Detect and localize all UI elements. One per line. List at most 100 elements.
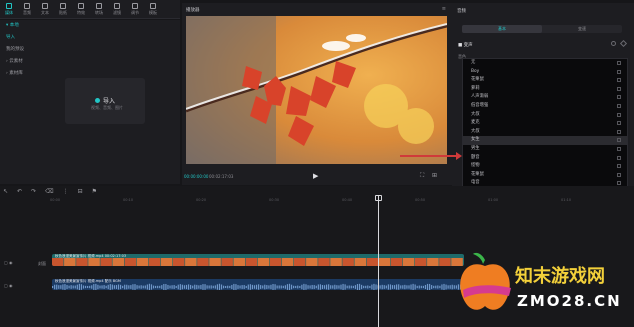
props-title: 音频 [457,9,466,14]
timeline-tool-icon[interactable]: ↖ [3,188,8,195]
play-icon[interactable]: ▶ [313,172,318,180]
timeline-tool-icon[interactable]: ⊟ [78,188,83,195]
download-icon[interactable] [617,129,621,134]
voice-option[interactable]: 低音增强 [463,102,627,111]
timeline-tool-icon[interactable]: ⌫ [45,188,53,195]
import-label: 导入 [103,98,116,105]
download-icon[interactable] [617,95,621,100]
sidenav-item-3[interactable]: › 云素材 [0,56,32,68]
ruler-tick-label: 00:20 [196,198,207,202]
video-clip-label: 秋色浪漫美景宣传片 视频.mp4 00:02:17:03 [55,254,127,258]
voice-option[interactable]: Boy [463,68,627,77]
toolbar-item-label: 调节 [131,10,139,15]
timeline-tool-icon[interactable]: ⚑ [92,188,97,195]
timeline-ruler: 00:00 00:10 00:20 00:30 00:40 00:50 01:00 01:10… [50,198,634,204]
download-icon[interactable] [617,164,621,169]
text-icon [42,3,48,9]
track-lock-icon[interactable]: ▢ ◉ [4,260,13,265]
voice-option[interactable]: 大叔 [463,111,627,120]
timeline-tool-icon[interactable]: ⋮ [63,188,69,195]
download-icon[interactable] [617,86,621,91]
voice-option[interactable]: 男生 [463,145,627,154]
filter-icon [114,3,120,9]
voice-option[interactable]: 大叔 [463,128,627,137]
toolbar-item-label: 转场 [95,10,103,15]
cover-label[interactable]: 封面 [38,261,46,267]
tab-speed[interactable]: 变速 [542,25,622,33]
template-icon [150,3,156,9]
reset-icon[interactable] [611,41,616,46]
download-icon[interactable] [617,146,621,151]
annotation-arrow-head [456,152,462,160]
playhead[interactable] [378,196,379,327]
transition-icon [96,3,102,9]
player-menu-icon[interactable]: ≡ [442,6,446,12]
media-toolbar: 媒体 音频 文本 贴纸 特效 转场 滤镜 调节 模板 [0,0,180,19]
media-sidenav: ▾ 本地 导入 我的预设 › 云素材 › 素材库 [0,20,32,180]
annotation-arrow [400,155,460,157]
toolbar-item-8[interactable]: 模板 [144,0,162,19]
download-icon[interactable] [617,103,621,108]
adjust-icon [132,3,138,9]
audio-track-controls-icon[interactable]: ▢ ◉ [4,283,13,288]
voice-option[interactable]: 麦克 [463,119,627,128]
player-title: 播放器 [186,8,200,13]
download-icon[interactable] [617,78,621,83]
toolbar-item-label: 特效 [77,10,85,15]
toolbar-item-label: 模板 [149,10,157,15]
props-tabs: 基本 变速 [462,25,622,33]
tab-basic[interactable]: 基本 [462,25,542,33]
voice-option[interactable]: 颤音 [463,154,627,163]
toolbar-item-1[interactable]: 音频 [18,0,36,19]
watermark-logo-text: 知末游戏网 [515,266,605,287]
download-icon[interactable] [617,155,621,160]
download-icon[interactable] [617,112,621,117]
voice-option[interactable]: 花栗鼠 [463,171,627,180]
watermark: 知末游戏网 ZMO28.CN [455,240,634,327]
keyframe-icon[interactable] [619,39,628,48]
video-preview [186,16,447,164]
download-icon[interactable] [617,69,621,74]
import-hint: 视频、音频、图片 [91,105,123,110]
toolbar-item-6[interactable]: 滤镜 [108,0,126,19]
sidenav-item-0[interactable]: ▾ 本地 [0,20,32,32]
toolbar-item-2[interactable]: 文本 [36,0,54,19]
player-panel: 播放器 ≡ 00:00:00:00 00:02:17:03 ▶ ⛶ ⊞ [182,3,452,185]
toolbar-item-label: 文本 [41,10,49,15]
download-icon[interactable] [617,61,621,65]
sticker-icon [60,3,66,9]
toolbar-item-5[interactable]: 转场 [90,0,108,19]
download-icon[interactable] [617,181,621,186]
player-controls: 00:00:00:00 00:02:17:03 ▶ ⛶ ⊞ [182,171,452,185]
voice-option[interactable]: 怪物 [463,162,627,171]
audio-track-clip[interactable]: 秋色浪漫美景宣传片 视频.mp4 配乐 BGM [52,279,464,290]
sidenav-item-1[interactable]: 导入 [0,32,32,44]
import-box[interactable]: 导入 视频、音频、图片 [65,78,145,124]
download-icon[interactable] [617,121,621,126]
toolbar-item-7[interactable]: 调节 [126,0,144,19]
voice-option[interactable]: 无 [463,59,627,68]
ruler-tick-label: 00:30 [269,198,280,202]
toolbar-item-4[interactable]: 特效 [72,0,90,19]
timeline-tool-icon[interactable]: ↶ [17,188,22,195]
voice-option[interactable]: 人声渐弱 [463,93,627,102]
sidenav-item-2[interactable]: 我的预设 [0,44,32,56]
voice-option[interactable]: 萝莉 [463,85,627,94]
download-icon[interactable] [617,138,621,143]
ratio-icon[interactable]: ⊞ [432,172,437,179]
sidenav-item-4[interactable]: › 素材库 [0,68,32,80]
voice-option[interactable]: 女生 [463,136,627,145]
download-icon[interactable] [617,172,621,177]
voice-option[interactable]: 花栗鼠 [463,76,627,85]
video-track-clip[interactable]: 秋色浪漫美景宣传片 视频.mp4 00:02:17:03 [52,254,464,266]
ruler-tick-label: 00:00 [50,198,61,202]
player-time-total: 00:02:17:03 [209,174,234,179]
toolbar-item-3[interactable]: 贴纸 [54,0,72,19]
apple-logo-icon [460,252,511,310]
ruler-tick-label: 00:50 [415,198,426,202]
toolbar-item-label: 滤镜 [113,10,121,15]
timeline-tool-icon[interactable]: ↷ [31,188,36,195]
playhead-handle[interactable] [375,195,382,201]
fullscreen-icon[interactable]: ⛶ [420,172,424,180]
toolbar-item-0[interactable]: 媒体 [0,0,18,19]
